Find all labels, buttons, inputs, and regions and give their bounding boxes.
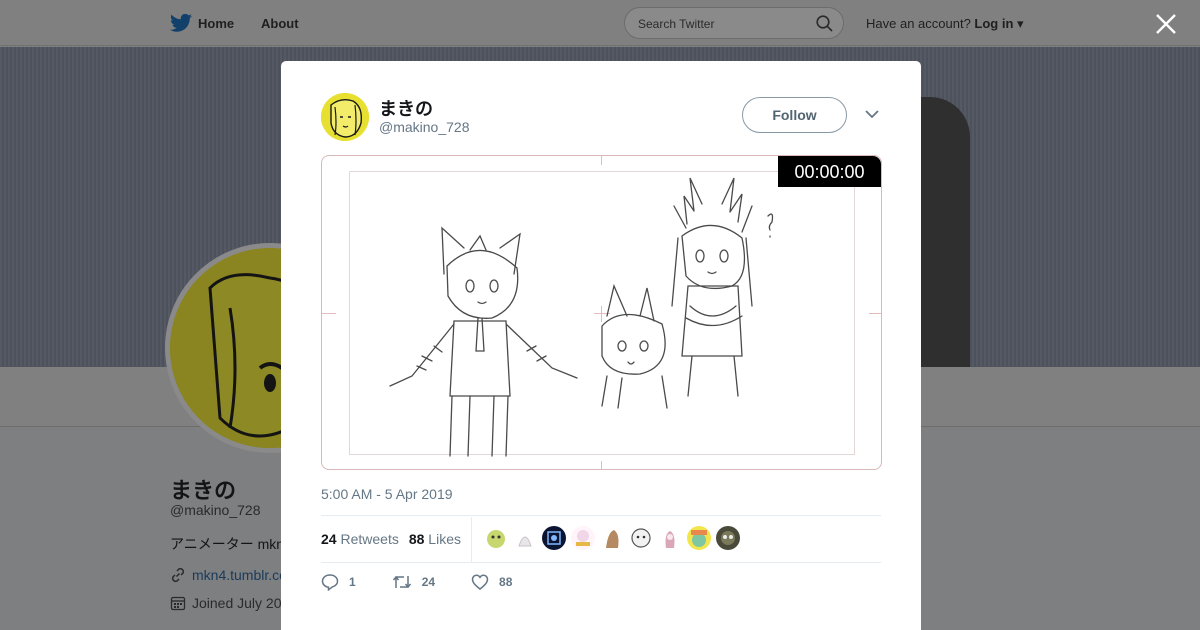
reply-action[interactable]: 1 [321,573,356,591]
nav-home[interactable]: Home [170,13,234,33]
tweet-timestamp[interactable]: 5:00 AM - 5 Apr 2019 [321,486,453,502]
tweet-modal: まきの @makino_728 Follow 00:00:00 5:00 AM … [281,61,921,630]
like-action[interactable]: 88 [471,573,512,591]
retweet-count: 24 [421,575,436,589]
divider [321,562,881,563]
liker-avatar[interactable] [658,526,682,550]
link-icon [171,567,185,583]
liker-avatar[interactable] [513,526,537,550]
calendar-icon [170,596,186,611]
search-icon[interactable] [816,15,833,32]
stats-separator [471,517,472,563]
retweet-action[interactable]: 24 [392,573,435,591]
profile-handle: @makino_728 [170,502,261,518]
caret-down-icon[interactable]: ▾ [1017,16,1024,31]
profile-joined: Joined July 20 [170,595,282,611]
liker-avatar[interactable] [687,526,711,550]
like-count: 88 [499,575,513,589]
retweets-stat[interactable]: 24 Retweets [321,531,399,547]
profile-link-text[interactable]: mkn4.tumblr.co [192,567,287,583]
search-placeholder: Search Twitter [638,17,715,31]
liker-avatar[interactable] [542,526,566,550]
heart-icon [471,574,489,590]
liker-avatar[interactable] [629,526,653,550]
tweet-author-handle[interactable]: @makino_728 [379,119,470,135]
likes-stat[interactable]: 88 Likes [409,531,461,547]
liker-avatar[interactable] [600,526,624,550]
video-sketch-drawing [389,177,774,457]
reply-count: 1 [349,575,356,589]
nav-home-label: Home [198,15,235,31]
tweet-video[interactable]: 00:00:00 [321,155,882,470]
nav-about[interactable]: About [261,16,299,31]
retweet-icon [392,575,411,589]
reply-icon [321,574,339,591]
profile-link[interactable]: mkn4.tumblr.co [170,567,287,583]
tweet-stats: 24 Retweets 88 Likes [321,531,461,547]
tweet-author-name[interactable]: まきの [379,95,433,121]
twitter-bird-icon [170,13,192,32]
close-icon[interactable] [1154,12,1178,36]
login-link[interactable]: Log in [974,16,1013,31]
account-prompt: Have an account? Log in ▾ [866,16,1024,32]
liker-avatar[interactable] [571,526,595,550]
author-avatar-drawing [321,93,369,141]
tweet-author-avatar[interactable] [321,93,369,141]
profile-bio: アニメーター mkn [170,536,285,552]
retweets-count: 24 [321,531,337,547]
chevron-down-icon[interactable] [864,108,880,120]
profile-name: まきの [170,478,237,503]
tweet-actions: 1 24 88 [321,573,548,591]
likes-count: 88 [408,531,425,547]
top-navigation: Home About Search Twitter Have an accoun… [0,0,1200,46]
divider [321,515,881,516]
profile-joined-text: Joined July 20 [192,595,282,611]
liker-avatars [484,526,740,550]
account-prompt-text: Have an account? [866,16,971,31]
video-timer: 00:00:00 [778,156,881,187]
likes-label: Likes [428,531,461,547]
search-input[interactable]: Search Twitter [624,7,844,39]
retweets-label: Retweets [340,531,399,547]
liker-avatar[interactable] [484,526,508,550]
follow-button[interactable]: Follow [742,97,847,133]
liker-avatar[interactable] [716,526,740,550]
